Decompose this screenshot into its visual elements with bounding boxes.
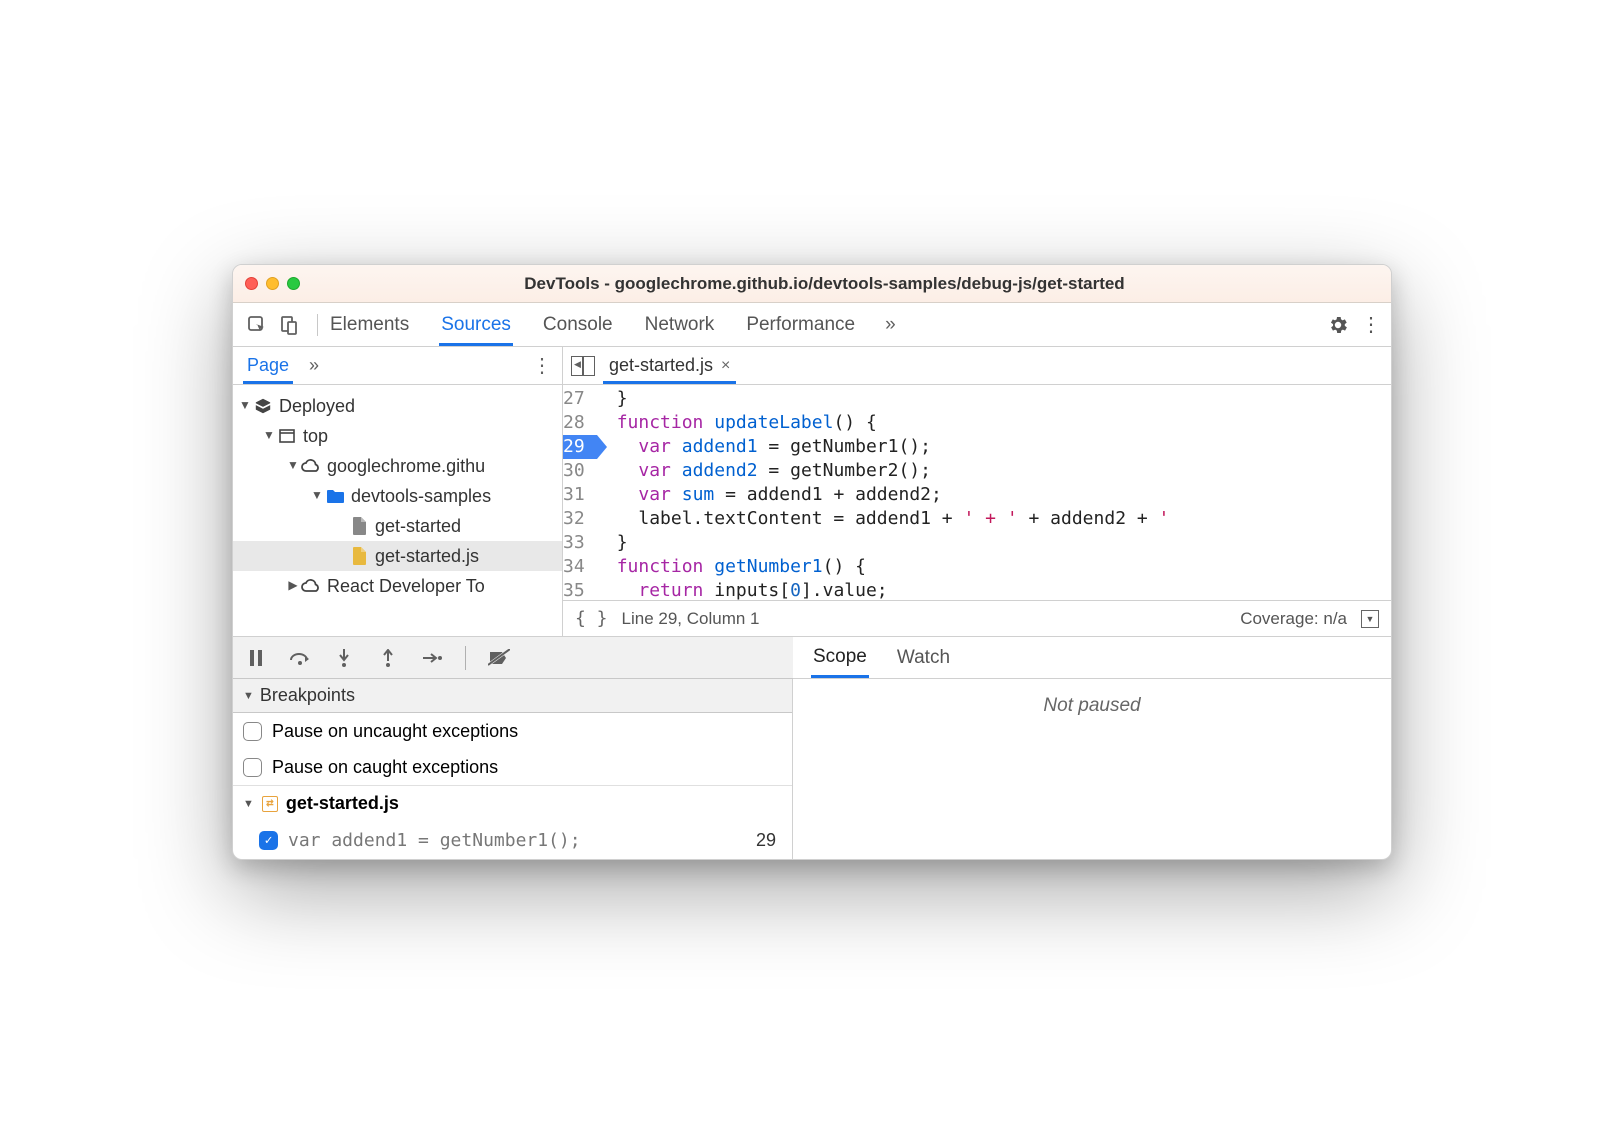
breakpoint-line-number: 29 (756, 830, 782, 851)
tree-label: get-started.js (375, 546, 479, 567)
breakpoint-code: var addend1 = getNumber1(); (288, 830, 581, 851)
editor-status-bar: { } Line 29, Column 1 Coverage: n/a ▼ (563, 600, 1391, 636)
tab-watch[interactable]: Watch (897, 647, 950, 669)
pretty-print-icon[interactable]: { } (575, 608, 608, 629)
settings-icon[interactable] (1327, 314, 1349, 336)
window-controls (245, 277, 300, 290)
inspect-icon[interactable] (243, 311, 271, 339)
deactivate-breakpoints-icon[interactable] (488, 647, 510, 669)
step-out-icon[interactable] (377, 647, 399, 669)
document-icon (349, 516, 369, 536)
sidebar-tab-page[interactable]: Page (243, 347, 293, 384)
pause-icon[interactable] (245, 647, 267, 669)
close-tab-icon[interactable]: × (721, 357, 730, 375)
toggle-navigator-icon[interactable] (571, 356, 595, 376)
navigator-sidebar: Page » ⋮ Deployed top (233, 347, 563, 636)
sidebar-tabs-overflow-icon[interactable]: » (309, 355, 319, 376)
tree-label: googlechrome.githu (327, 456, 485, 477)
tree-node-file-js[interactable]: get-started.js (233, 541, 562, 571)
maximize-icon[interactable] (287, 277, 300, 290)
tree-node-folder[interactable]: devtools-samples (233, 481, 562, 511)
tab-elements[interactable]: Elements (328, 304, 411, 346)
checkbox-icon[interactable] (243, 758, 262, 777)
breakpoint-entry[interactable]: ✓ var addend1 = getNumber1(); 29 (233, 821, 792, 859)
titlebar: DevTools - googlechrome.github.io/devtoo… (233, 265, 1391, 303)
breakpoint-file-label: get-started.js (286, 793, 399, 814)
checkbox-label: Pause on caught exceptions (272, 757, 498, 778)
cloud-icon (301, 576, 321, 596)
sidebar-more-icon[interactable]: ⋮ (532, 353, 552, 378)
breakpoints-header[interactable]: ▼ Breakpoints (233, 679, 792, 713)
breakpoints-panel: ▼ Breakpoints Pause on uncaught exceptio… (233, 679, 793, 859)
step-over-icon[interactable] (289, 647, 311, 669)
tree-node-domain[interactable]: googlechrome.githu (233, 451, 562, 481)
line-gutter[interactable]: 272829303132333435 (563, 385, 599, 600)
section-title: Breakpoints (260, 685, 355, 706)
file-tree: Deployed top googlechrome.githu devtools… (233, 385, 562, 607)
tree-label: devtools-samples (351, 486, 491, 507)
scope-panel: Not paused (793, 679, 1391, 859)
editor-pane: get-started.js × 272829303132333435 }fun… (563, 347, 1391, 636)
pause-caught-row[interactable]: Pause on caught exceptions (233, 749, 792, 785)
tree-label: get-started (375, 516, 461, 537)
tree-label: Deployed (279, 396, 355, 417)
cloud-icon (301, 456, 321, 476)
close-icon[interactable] (245, 277, 258, 290)
window-title: DevTools - googlechrome.github.io/devtoo… (320, 274, 1329, 294)
tree-node-react[interactable]: React Developer To (233, 571, 562, 601)
scope-watch-tabs: Scope Watch (793, 637, 1391, 679)
main-toolbar: Elements Sources Console Network Perform… (233, 303, 1391, 347)
tree-label: React Developer To (327, 576, 485, 597)
js-badge-icon: ⇄ (262, 796, 278, 812)
deployed-icon (253, 396, 273, 416)
tab-sources[interactable]: Sources (439, 304, 513, 346)
step-into-icon[interactable] (333, 647, 355, 669)
debugger-toolbar (233, 637, 793, 679)
code-content[interactable]: }function updateLabel() { var addend1 = … (599, 385, 1181, 600)
checkbox-checked-icon[interactable]: ✓ (259, 831, 278, 850)
breakpoint-file-header[interactable]: ▼ ⇄ get-started.js (233, 785, 792, 821)
cursor-position: Line 29, Column 1 (622, 609, 760, 629)
checkbox-label: Pause on uncaught exceptions (272, 721, 518, 742)
divider (465, 646, 466, 670)
not-paused-message: Not paused (793, 679, 1391, 733)
tree-node-deployed[interactable]: Deployed (233, 391, 562, 421)
tab-network[interactable]: Network (643, 304, 717, 346)
devtools-window: DevTools - googlechrome.github.io/devtoo… (232, 264, 1392, 860)
pause-uncaught-row[interactable]: Pause on uncaught exceptions (233, 713, 792, 749)
step-icon[interactable] (421, 647, 443, 669)
tabs-overflow-icon[interactable]: » (885, 314, 896, 336)
checkbox-icon[interactable] (243, 722, 262, 741)
coverage-label: Coverage: n/a (1240, 609, 1347, 629)
divider (317, 314, 318, 336)
status-dropdown-icon[interactable]: ▼ (1361, 610, 1379, 628)
script-icon (349, 546, 369, 566)
tab-performance[interactable]: Performance (744, 304, 857, 346)
device-toggle-icon[interactable] (275, 311, 303, 339)
code-editor[interactable]: 272829303132333435 }function updateLabel… (563, 385, 1391, 600)
frame-icon (277, 426, 297, 446)
tab-scope[interactable]: Scope (811, 637, 869, 678)
tab-console[interactable]: Console (541, 304, 615, 346)
more-icon[interactable]: ⋮ (1361, 322, 1381, 328)
tree-node-top[interactable]: top (233, 421, 562, 451)
editor-file-tab[interactable]: get-started.js × (603, 347, 736, 384)
tree-label: top (303, 426, 328, 447)
file-tab-label: get-started.js (609, 355, 713, 376)
panel-tabs: Elements Sources Console Network Perform… (328, 304, 1327, 346)
minimize-icon[interactable] (266, 277, 279, 290)
folder-icon (325, 486, 345, 506)
tree-node-file-html[interactable]: get-started (233, 511, 562, 541)
